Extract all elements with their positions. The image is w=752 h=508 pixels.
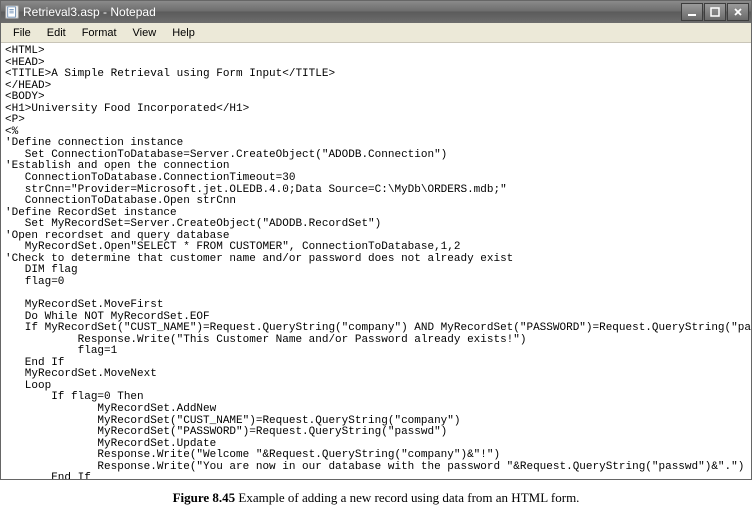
menu-format[interactable]: Format [74,25,125,41]
menu-bar: File Edit Format View Help [1,23,751,43]
window-title: Retrieval3.asp - Notepad [23,5,680,19]
title-bar[interactable]: Retrieval3.asp - Notepad [1,1,751,23]
menu-edit[interactable]: Edit [39,25,74,41]
menu-file[interactable]: File [5,25,39,41]
editor-area[interactable]: <HTML> <HEAD> <TITLE>A Simple Retrieval … [1,43,751,479]
figure-number: Figure 8.45 [173,490,236,505]
maximize-button[interactable] [704,3,726,21]
figure-text: Example of adding a new record using dat… [235,490,579,505]
notepad-icon [5,5,19,19]
close-button[interactable] [727,3,749,21]
editor-content[interactable]: <HTML> <HEAD> <TITLE>A Simple Retrieval … [5,46,747,479]
minimize-button[interactable] [681,3,703,21]
notepad-window: Retrieval3.asp - Notepad File Edit Forma… [0,0,752,480]
window-controls [680,3,749,21]
menu-help[interactable]: Help [164,25,203,41]
figure-caption: Figure 8.45 Example of adding a new reco… [0,480,752,506]
menu-view[interactable]: View [125,25,165,41]
